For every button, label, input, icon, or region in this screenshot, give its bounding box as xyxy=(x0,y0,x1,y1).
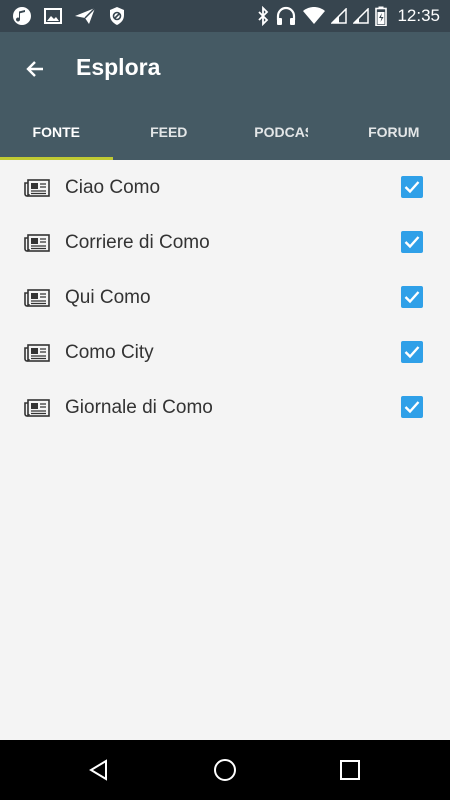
vpn-shield-icon xyxy=(108,6,126,26)
status-bar-right: 12:35 xyxy=(257,0,440,32)
source-name: Como City xyxy=(65,341,154,363)
source-name: Giornale di Como xyxy=(65,396,213,418)
tab-label: FONTE xyxy=(32,124,80,140)
tab-feed[interactable]: FEED xyxy=(113,104,226,160)
headphones-icon xyxy=(275,6,297,26)
nav-back-button[interactable] xyxy=(86,757,112,783)
source-name: Corriere di Como xyxy=(65,231,210,253)
source-name: Qui Como xyxy=(65,286,151,308)
app-bar: Esplora xyxy=(0,32,450,104)
list-item[interactable]: Como City xyxy=(0,325,450,380)
system-nav-bar xyxy=(0,740,450,800)
arrow-back-icon xyxy=(23,57,47,81)
newspaper-icon xyxy=(24,179,50,197)
list-item[interactable]: Ciao Como xyxy=(0,160,450,215)
wifi-icon xyxy=(303,7,326,25)
signal-icon xyxy=(353,8,370,24)
back-triangle-icon xyxy=(87,758,111,782)
source-checkbox[interactable] xyxy=(401,341,423,363)
tab-podcast[interactable]: PODCAST xyxy=(225,104,338,160)
source-list: Ciao Como Corriere di Como Qui Como Como… xyxy=(0,160,450,435)
list-item[interactable]: Qui Como xyxy=(0,270,450,325)
source-checkbox[interactable] xyxy=(401,231,423,253)
list-item[interactable]: Corriere di Como xyxy=(0,215,450,270)
source-checkbox[interactable] xyxy=(401,176,423,198)
recents-square-icon xyxy=(339,759,361,781)
tab-label: FORUM xyxy=(368,124,420,140)
nav-recents-button[interactable] xyxy=(337,757,363,783)
tab-fonte[interactable]: FONTE xyxy=(0,104,113,160)
newspaper-icon xyxy=(24,289,50,307)
battery-icon xyxy=(375,6,388,26)
status-time: 12:35 xyxy=(397,6,440,25)
status-bar: 12:35 xyxy=(0,0,450,32)
tab-bar: FONTE FEED PODCAST FORUM xyxy=(0,104,450,160)
newspaper-icon xyxy=(24,234,50,252)
status-bar-left xyxy=(12,0,126,32)
tab-forum[interactable]: FORUM xyxy=(338,104,450,160)
list-item[interactable]: Giornale di Como xyxy=(0,380,450,435)
newspaper-icon xyxy=(24,344,50,362)
source-checkbox[interactable] xyxy=(401,286,423,308)
source-name: Ciao Como xyxy=(65,176,161,198)
newspaper-icon xyxy=(24,399,50,417)
back-button[interactable] xyxy=(20,54,50,84)
nav-home-button[interactable] xyxy=(212,757,238,783)
send-icon xyxy=(74,7,96,25)
music-note-icon xyxy=(12,6,32,26)
image-icon xyxy=(44,7,62,25)
tab-label: PODCAST xyxy=(254,124,308,140)
bluetooth-icon xyxy=(257,6,269,26)
signal-icon xyxy=(331,8,348,24)
home-circle-icon xyxy=(213,758,237,782)
source-checkbox[interactable] xyxy=(401,396,423,418)
page-title: Esplora xyxy=(76,54,161,80)
tab-label: FEED xyxy=(150,124,188,140)
